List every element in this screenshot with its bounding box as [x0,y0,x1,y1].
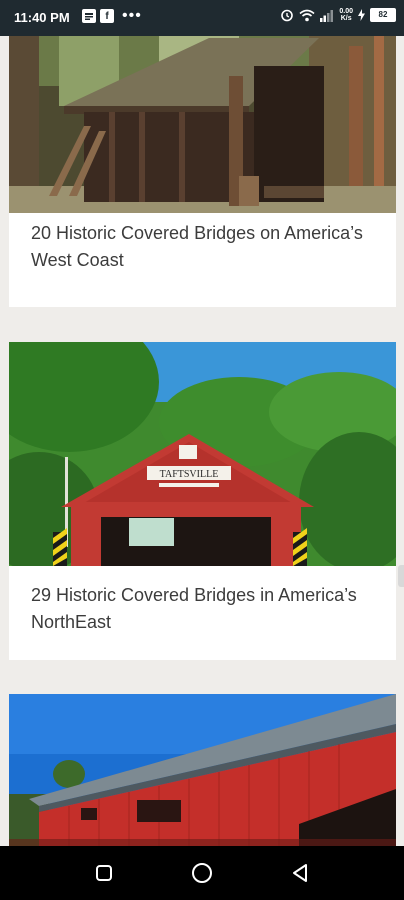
wifi-icon [299,9,315,21]
article-card[interactable]: 20 Historic Covered Bridges on America’s… [9,36,396,307]
article-image-red-bridge[interactable]: TAFTSVILLE [9,342,396,566]
message-icon [82,9,96,23]
facebook-icon: f [100,9,114,23]
back-icon [293,864,307,882]
alarm-icon [281,9,294,22]
recent-apps-button[interactable] [92,861,116,885]
status-system-icons: 0.00 K/s 82 [280,8,396,22]
recent-apps-icon [96,865,112,881]
battery-icon: 82 [370,8,396,22]
article-card[interactable]: TAFTSVILLE 29 Historic Covered Bridges i… [9,342,396,660]
article-feed[interactable]: 20 Historic Covered Bridges on America’s… [0,36,404,846]
data-speed-icon: 0.00 K/s [339,8,353,22]
article-title[interactable]: 20 Historic Covered Bridges on America’s… [31,220,374,274]
more-notifications-icon: ••• [122,7,142,24]
article-card[interactable] [9,694,396,846]
status-time: 11:40 PM [14,10,70,25]
signal-icon [320,9,334,22]
battery-level: 82 [378,10,388,19]
article-title[interactable]: 29 Historic Covered Bridges in America’s… [31,582,374,636]
home-button[interactable] [190,861,214,885]
status-bar: 11:40 PM f ••• 0.00 K/s 82 [0,0,404,36]
bridge-sign-text: TAFTSVILLE [160,469,219,480]
home-icon [192,863,212,883]
charging-icon [358,9,365,21]
data-speed-unit: K/s [340,15,352,22]
data-speed-value: 0.00 [339,8,353,15]
back-button[interactable] [288,861,312,885]
navigation-bar [0,846,404,900]
scroll-handle[interactable] [398,565,404,587]
screen: 11:40 PM f ••• 0.00 K/s 82 20 Historic C… [0,0,404,900]
status-notification-icons: f ••• [82,7,142,24]
article-image-long-red-bridge[interactable] [9,694,396,846]
facebook-glyph: f [105,10,109,22]
article-image-wooden-bridge[interactable] [9,36,396,213]
